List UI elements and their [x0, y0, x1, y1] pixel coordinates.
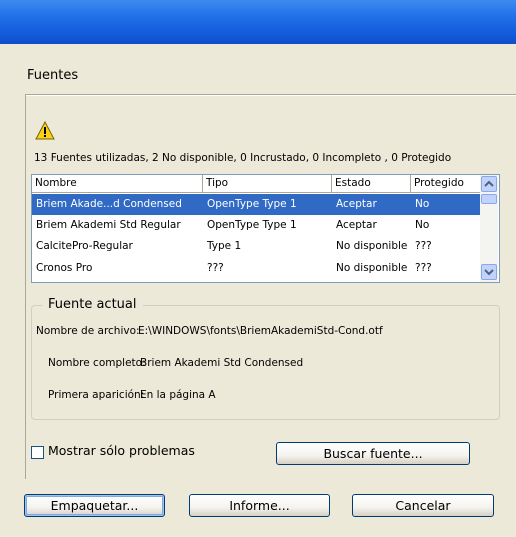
font-status: Aceptar	[336, 198, 377, 210]
list-scrollbar[interactable]	[480, 175, 498, 282]
column-header-name[interactable]: Nombre	[32, 175, 203, 192]
font-protected: ???	[415, 240, 432, 252]
table-row[interactable]: Briem Akade...d Condensed OpenType Type …	[32, 194, 480, 215]
section-divider	[25, 94, 516, 96]
left-border	[25, 94, 26, 479]
full-name-value: Briem Akademi Std Condensed	[140, 357, 304, 369]
font-status: No disponible	[336, 262, 408, 274]
find-font-button[interactable]: Buscar fuente...	[276, 442, 470, 465]
font-type: OpenType Type 1	[207, 198, 297, 210]
chevron-up-icon	[484, 180, 494, 187]
full-name-label: Nombre completo:	[48, 357, 146, 369]
column-header-type[interactable]: Tipo	[203, 175, 332, 192]
column-header-protected[interactable]: Protegido	[411, 175, 480, 192]
column-header-status[interactable]: Estado	[332, 175, 411, 192]
section-title: Fuentes	[27, 68, 79, 83]
font-name: Briem Akade...d Condensed	[36, 198, 182, 210]
font-type: OpenType Type 1	[207, 219, 297, 231]
font-protected: No	[415, 198, 430, 210]
table-row[interactable]: Cronos Pro ??? No disponible ???	[32, 258, 480, 279]
file-name-label: Nombre de archivo:	[36, 325, 140, 337]
font-name: CalcitePro-Regular	[36, 240, 133, 252]
table-row[interactable]: Briem Akademi Std Regular OpenType Type …	[32, 215, 480, 236]
report-button[interactable]: Informe...	[189, 494, 330, 517]
cancel-button[interactable]: Cancelar	[352, 494, 494, 517]
package-button[interactable]: Empaquetar...	[24, 494, 165, 517]
scroll-up-button[interactable]	[481, 176, 497, 192]
font-type: ???	[207, 262, 224, 274]
font-name: Briem Akademi Std Regular	[36, 219, 181, 231]
font-name: Cronos Pro	[36, 262, 93, 274]
first-appearance-label: Primera aparición:	[48, 389, 145, 401]
chevron-down-icon	[484, 269, 494, 276]
table-row[interactable]: CalcitePro-Regular Type 1 No disponible …	[32, 236, 480, 257]
show-problems-checkbox[interactable]	[31, 446, 44, 459]
file-name-value: E:\WINDOWS\fonts\BriemAkademiStd-Cond.ot…	[138, 325, 383, 337]
font-protected: ???	[415, 262, 432, 274]
font-status: No disponible	[336, 240, 408, 252]
fonts-summary: 13 Fuentes utilizadas, 2 No disponible, …	[34, 152, 452, 164]
title-bar[interactable]	[0, 0, 516, 44]
fonts-list[interactable]: Nombre Tipo Estado Protegido Briem Akade…	[31, 174, 500, 283]
font-protected: No	[415, 219, 430, 231]
show-problems-label[interactable]: Mostrar sólo problemas	[48, 443, 195, 458]
scroll-down-button[interactable]	[481, 264, 497, 280]
font-status: Aceptar	[336, 219, 377, 231]
first-appearance-value: En la página A	[140, 389, 216, 401]
current-font-title: Fuente actual	[42, 297, 143, 312]
list-header: Nombre Tipo Estado Protegido	[32, 175, 480, 193]
scroll-thumb[interactable]	[481, 194, 497, 204]
warning-icon	[35, 121, 55, 140]
font-type: Type 1	[207, 240, 242, 252]
